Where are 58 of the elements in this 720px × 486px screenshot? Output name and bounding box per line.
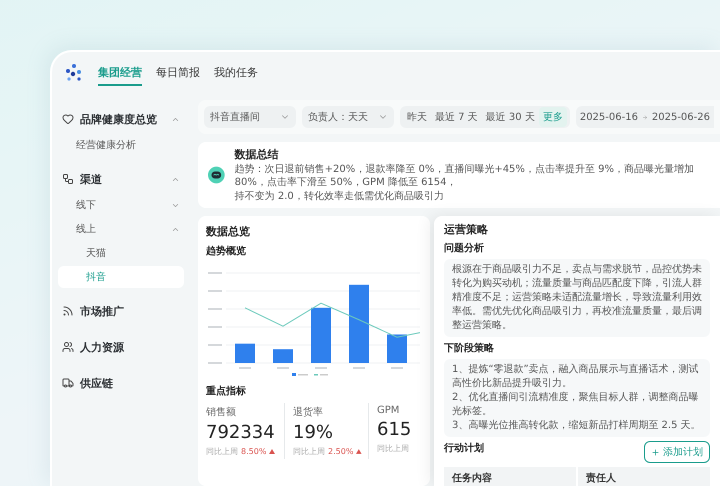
- analysis-text: 根源在于商品吸引力不足，卖点与需求脱节，品控优势未转化为购买动机；流量质量与商品匹配度下降，引流人群精准度不足；运营策略未适配流量增长，导致流量利用效率低。需优先优化商品吸引力，再校准流量质量，最后调整运营策略。: [452, 263, 702, 333]
- metric-value: 19%: [293, 422, 334, 443]
- nav-item[interactable]: 线上: [58, 218, 184, 240]
- nav-tab[interactable]: 每日简报: [156, 60, 200, 86]
- chart-bar: [311, 308, 331, 363]
- date-range-field[interactable]: 2025-06-16 2025-06-26: [576, 106, 714, 128]
- add-plan-button[interactable]: 添加计划: [644, 441, 710, 463]
- summary-text: 趋势：次日退前销售+20%，退款率降至 0%，直播间曝光+45%，点击率提升至 9%，商品曝光量增加 80%，点击率下滑至 50%，GPM 降低至 6154，: [234, 163, 695, 189]
- metric-label: 销售额: [206, 406, 237, 419]
- strategy-item: 2、优化直播间引流精准度，聚焦目标人群，调整商品曝光标签。: [452, 391, 700, 419]
- trend-title: 趋势概览: [206, 244, 246, 258]
- nav-item[interactable]: 渠道: [58, 166, 184, 192]
- chart-bar: [387, 334, 407, 363]
- summary-title: 数据总结: [234, 147, 279, 162]
- nav-item[interactable]: 线下: [58, 194, 184, 216]
- nav-item[interactable]: 品牌健康度总览: [58, 106, 184, 132]
- nav-item[interactable]: 天猫: [58, 242, 184, 264]
- signal-icon: [62, 305, 74, 317]
- strategy-title: 运营策略: [444, 222, 488, 237]
- chart-bar: [235, 344, 255, 363]
- owner-select[interactable]: 负责人：天天: [302, 106, 394, 128]
- strategy-item: 1、提炼“零退款”卖点，融入商品展示与直播话术，测试高性价比新品提升吸引力。: [452, 363, 700, 391]
- metric-label: 退货率: [293, 406, 324, 419]
- section-title: 下阶段策略: [444, 342, 494, 355]
- metric-value: 792334: [206, 422, 276, 443]
- range-option[interactable]: 最近 30 天: [482, 107, 539, 127]
- plus-icon: [651, 448, 660, 456]
- nav-item[interactable]: 市场推广: [58, 298, 184, 324]
- strategy-item: 3、高曝光位推高转化款，缩短新品打样周期至 2.5 天。: [452, 419, 702, 433]
- chart-bar: [273, 349, 293, 363]
- channel-select[interactable]: 抖音直播间: [204, 106, 296, 128]
- nodes-icon: [62, 173, 74, 185]
- logo-icon: [64, 63, 84, 83]
- table-header-cell: 任务内容: [444, 467, 576, 486]
- compare-label: 同比上周: [293, 446, 325, 457]
- overview-title: 数据总览: [206, 224, 250, 239]
- metric-value: 615: [377, 419, 412, 440]
- people-icon: [62, 341, 74, 353]
- metric-label: GPM: [377, 405, 400, 416]
- heart-icon: [62, 113, 74, 125]
- compare-label: 同比上周: [377, 443, 409, 454]
- metrics-title: 重点指标: [206, 384, 246, 398]
- section-title: 行动计划: [444, 442, 484, 455]
- arrow-right-icon: [642, 112, 648, 122]
- table-header-cell: 责任人: [578, 467, 710, 486]
- nav-tab[interactable]: 我的任务: [214, 60, 258, 86]
- nav-item[interactable]: 供应链: [58, 370, 184, 396]
- compare-label: 同比上周: [206, 446, 238, 457]
- summary-text: 持不变为 2.0，转化效率走低需优化商品吸引力: [234, 190, 444, 203]
- change-value: 8.50%: [241, 447, 266, 456]
- change-value: 2.50%: [328, 447, 354, 456]
- truck-icon: [62, 377, 74, 389]
- chart-legend-drawing: [292, 373, 328, 376]
- nav-item[interactable]: 经营健康分析: [58, 134, 184, 156]
- nav-item[interactable]: 人力资源: [58, 334, 184, 360]
- range-option[interactable]: 最近 7 天: [431, 107, 482, 127]
- range-option[interactable]: 昨天: [403, 107, 431, 127]
- section-title: 问题分析: [444, 242, 484, 255]
